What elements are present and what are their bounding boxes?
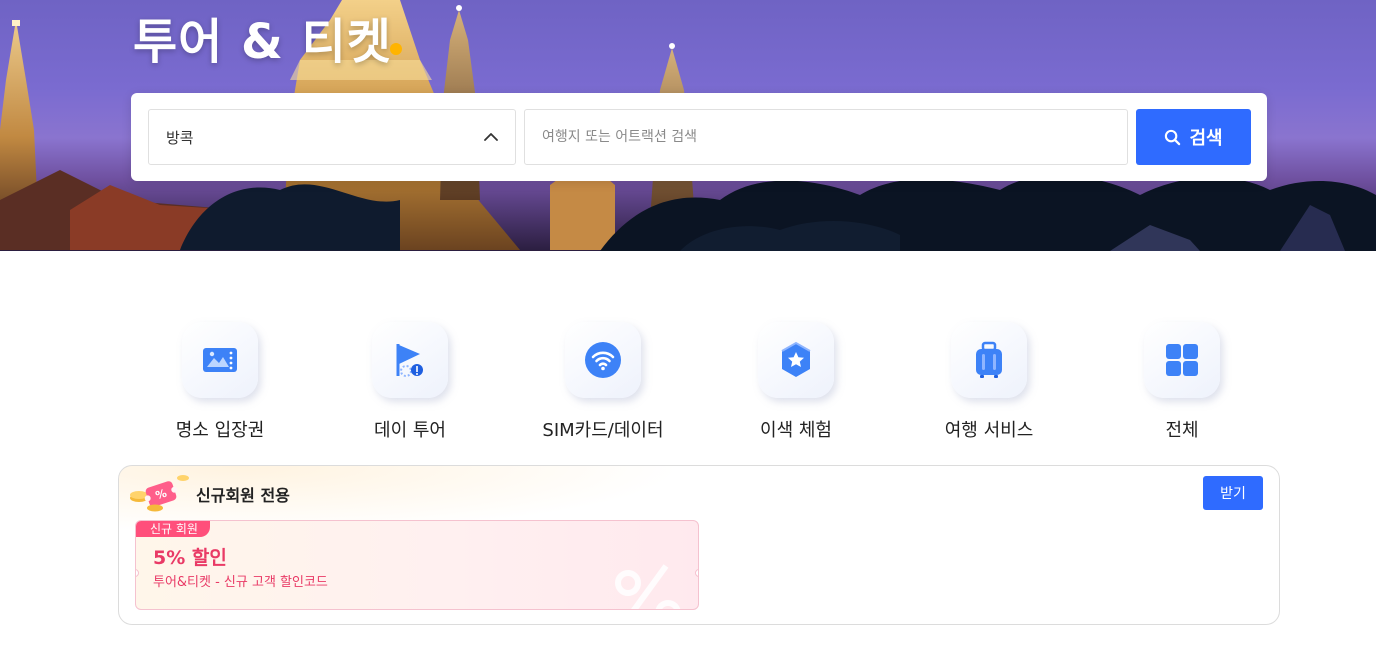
coupon-coins-icon: %: [130, 475, 189, 512]
coupon-description: 투어&티켓 - 신규 고객 할인코드: [153, 575, 328, 590]
category-all[interactable]: 전체: [1082, 322, 1282, 442]
category-label: 데이 투어: [374, 420, 446, 441]
category-label: 여행 서비스: [944, 420, 1034, 441]
city-select[interactable]: 방콕: [148, 109, 516, 165]
title-accent-dot: [390, 43, 402, 55]
search-input[interactable]: [524, 109, 1128, 165]
luggage-icon: [976, 341, 1002, 378]
page-title: 투어 & 티켓: [133, 14, 392, 70]
category-nav: 명소 입장권 데이 투어 SIM카드/데이터 이색 체험 여행 서비스 전체: [120, 322, 1280, 447]
search-button-label: 검색: [1189, 128, 1223, 149]
search-button[interactable]: 검색: [1136, 109, 1251, 165]
coupon-card[interactable]: 신규 회원 5% 할인 투어&티켓 - 신규 고객 할인코드: [135, 520, 699, 610]
ticket-icon: [203, 348, 237, 372]
star-badge-icon: [781, 341, 811, 377]
category-unique-experiences[interactable]: 이색 체험: [696, 322, 896, 442]
city-select-value: 방콕: [166, 128, 194, 147]
coupon-notch-right: [695, 569, 698, 577]
search-icon: [1165, 129, 1181, 145]
new-member-promo: % 신규회원 전용 받기 신규 회원 5% 할인 투어&티켓 - 신규 고객 할…: [118, 465, 1280, 625]
category-day-tours[interactable]: 데이 투어: [310, 322, 510, 442]
category-label: 이색 체험: [760, 420, 832, 441]
coupon-amount: 5% 할인: [153, 547, 227, 569]
category-travel-services[interactable]: 여행 서비스: [889, 322, 1089, 442]
coupon-notch-left: [136, 569, 139, 577]
wifi-icon: [585, 342, 621, 378]
promo-title: 신규회원 전용: [196, 486, 290, 505]
category-sim-data[interactable]: SIM카드/데이터: [503, 322, 703, 442]
chevron-up-icon: [484, 133, 498, 141]
hero-banner: 투어 & 티켓 방콕 검색: [0, 0, 1376, 251]
coupon-badge: 신규 회원: [136, 521, 210, 537]
category-label: SIM카드/데이터: [542, 420, 664, 441]
search-panel: 방콕 검색: [131, 93, 1267, 181]
flag-icon: [396, 344, 423, 377]
grid-icon: [1166, 344, 1198, 376]
receive-coupon-button[interactable]: 받기: [1203, 476, 1263, 510]
category-label: 명소 입장권: [175, 420, 265, 441]
category-attraction-tickets[interactable]: 명소 입장권: [120, 322, 320, 442]
percent-watermark-icon: [615, 564, 681, 609]
category-label: 전체: [1165, 420, 1199, 441]
